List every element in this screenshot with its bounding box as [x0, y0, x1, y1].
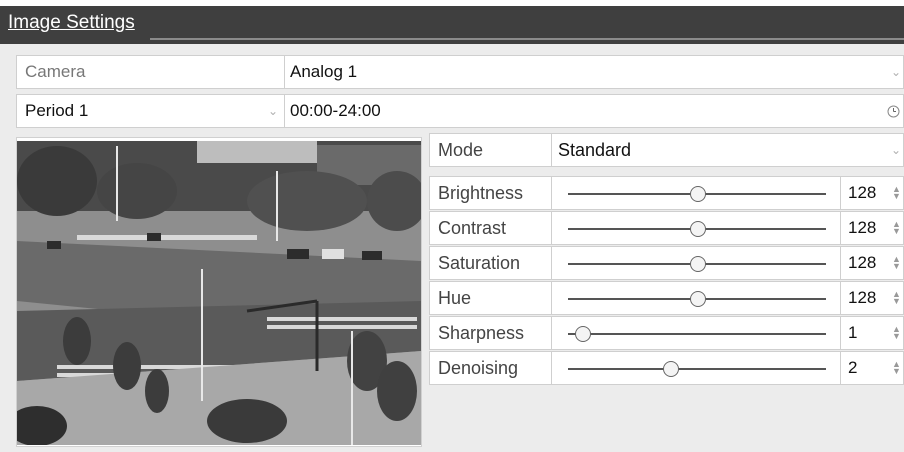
slider-row-saturation: Saturation 128 ▲ ▼ [429, 246, 904, 280]
spinner-arrows-icon[interactable]: ▲ ▼ [892, 360, 901, 376]
saturation-separator [551, 247, 552, 279]
camera-preview [16, 137, 422, 447]
contrast-slider-handle[interactable] [689, 221, 706, 237]
hue-label: Hue [438, 288, 472, 308]
spinner-arrows-icon[interactable]: ▲ ▼ [892, 325, 901, 341]
contrast-value-separator [840, 212, 841, 244]
denoising-separator [551, 352, 552, 384]
denoising-value-field[interactable]: 2 [848, 352, 857, 384]
preview-image [17, 141, 421, 445]
hue-value-separator [840, 282, 841, 314]
period-row: Period 1 ⌄ 00:00-24:00 [16, 94, 904, 128]
slider-row-hue: Hue 128 ▲ ▼ [429, 281, 904, 315]
chevron-down-icon: ⌄ [891, 143, 902, 157]
sharpness-value-separator [840, 317, 841, 349]
mode-select[interactable]: Standard ⌄ [552, 134, 903, 166]
clock-icon[interactable] [887, 105, 900, 123]
camera-row: Camera Analog 1 ⌄ [16, 55, 904, 89]
slider-row-brightness: Brightness 128 ▲ ▼ [429, 176, 904, 210]
denoising-slider-track[interactable] [568, 368, 826, 370]
brightness-slider-handle[interactable] [689, 186, 706, 202]
brightness-value-separator [840, 177, 841, 209]
period-select[interactable]: Period 1 ⌄ [17, 95, 284, 127]
spinner-arrows-icon[interactable]: ▲ ▼ [892, 220, 901, 236]
hue-separator [551, 282, 552, 314]
denoising-label: Denoising [438, 358, 519, 378]
saturation-slider-handle[interactable] [689, 256, 706, 272]
camera-select[interactable]: Analog 1 ⌄ [285, 56, 903, 88]
brightness-label: Brightness [438, 183, 524, 203]
chevron-down-icon: ⌄ [268, 104, 279, 118]
sharpness-value-field[interactable]: 1 [848, 317, 857, 349]
contrast-separator [551, 212, 552, 244]
slider-row-sharpness: Sharpness 1 ▲ ▼ [429, 316, 904, 350]
hue-slider-handle[interactable] [689, 291, 706, 307]
sharpness-slider-handle[interactable] [575, 326, 592, 342]
saturation-value-field[interactable]: 128 [848, 247, 876, 279]
title-bar: Image Settings [0, 0, 904, 44]
sharpness-slider-track[interactable] [568, 333, 826, 335]
denoising-slider-handle[interactable] [663, 361, 680, 377]
spinner-arrows-icon[interactable]: ▲ ▼ [892, 185, 901, 201]
hue-value-field[interactable]: 128 [848, 282, 876, 314]
brightness-separator [551, 177, 552, 209]
contrast-label: Contrast [438, 218, 507, 238]
time-range-value: 00:00-24:00 [290, 101, 381, 120]
saturation-label: Saturation [438, 253, 521, 273]
brightness-value-field[interactable]: 128 [848, 177, 876, 209]
camera-label: Camera [25, 62, 86, 81]
sharpness-label: Sharpness [438, 323, 525, 343]
sharpness-separator [551, 317, 552, 349]
mode-select-value: Standard [558, 140, 632, 160]
saturation-value-separator [840, 247, 841, 279]
chevron-down-icon: ⌄ [891, 65, 902, 79]
time-range-field[interactable]: 00:00-24:00 [285, 95, 903, 127]
mode-label: Mode [438, 140, 484, 160]
period-select-value: Period 1 [25, 101, 89, 120]
camera-select-value: Analog 1 [290, 62, 358, 81]
title-divider [150, 38, 904, 40]
spinner-arrows-icon[interactable]: ▲ ▼ [892, 255, 901, 271]
spinner-arrows-icon[interactable]: ▲ ▼ [892, 290, 901, 306]
slider-row-contrast: Contrast 128 ▲ ▼ [429, 211, 904, 245]
slider-row-denoising: Denoising 2 ▲ ▼ [429, 351, 904, 385]
window-title: Image Settings [8, 12, 135, 33]
denoising-value-separator [840, 352, 841, 384]
contrast-value-field[interactable]: 128 [848, 212, 876, 244]
mode-row: Mode Standard ⌄ [429, 133, 904, 167]
